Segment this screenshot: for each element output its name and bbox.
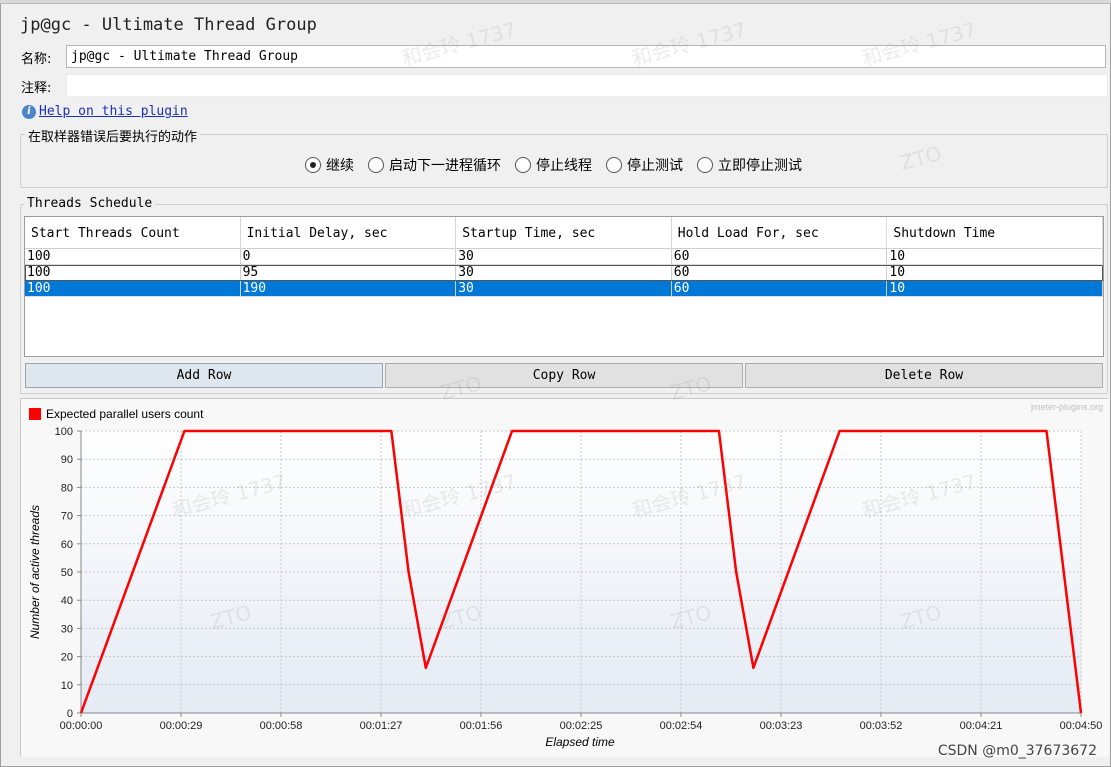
y-tick-label: 50 bbox=[61, 567, 73, 579]
comment-label: 注释: bbox=[21, 81, 52, 96]
table-cell[interactable]: 10 bbox=[887, 281, 1103, 296]
y-tick-label: 60 bbox=[61, 539, 73, 551]
table-cell[interactable]: 100 bbox=[25, 281, 241, 296]
error-action-radios: 继续 启动下一进程循环 停止线程 停止测试 立即停止测试 bbox=[305, 155, 802, 175]
radio-stop-test-circle[interactable] bbox=[606, 157, 622, 173]
x-tick-label: 00:01:56 bbox=[460, 720, 503, 732]
help-link-text[interactable]: Help on this plugin bbox=[39, 104, 188, 119]
table-row[interactable]: 100 95 30 60 10 bbox=[25, 265, 1103, 281]
table-cell[interactable]: 60 bbox=[672, 265, 888, 280]
table-cell[interactable]: 30 bbox=[456, 265, 672, 280]
x-tick-label: 00:00:29 bbox=[160, 720, 203, 732]
y-tick-label: 70 bbox=[61, 511, 73, 523]
x-tick-label: 00:01:27 bbox=[360, 720, 403, 732]
y-tick-label: 10 bbox=[61, 680, 73, 692]
plugin-credit: jmeter-plugins.org bbox=[1030, 402, 1103, 412]
legend-swatch bbox=[29, 408, 41, 420]
radio-stop-thread-label: 停止线程 bbox=[536, 158, 592, 174]
radio-stop-test-now-circle[interactable] bbox=[697, 157, 713, 173]
comment-row: 注释: bbox=[18, 73, 1108, 99]
radio-continue-circle[interactable] bbox=[305, 157, 321, 173]
delete-row-button[interactable]: Delete Row bbox=[745, 363, 1103, 388]
table-cell[interactable]: 30 bbox=[456, 249, 672, 264]
name-label: 名称: bbox=[21, 52, 52, 67]
y-tick-label: 0 bbox=[67, 708, 73, 720]
expected-users-chart: 0 10 20 30 40 50 60 70 80 90 100 00:00:00 00:00:29 0… bbox=[20, 398, 1109, 757]
table-cell[interactable]: 10 bbox=[887, 249, 1103, 264]
y-tick-label: 100 bbox=[55, 426, 73, 438]
table-row-selected[interactable]: 100 190 30 60 10 bbox=[25, 281, 1103, 297]
radio-stop-thread[interactable]: 停止线程 bbox=[515, 155, 592, 175]
y-tick-label: 80 bbox=[61, 482, 73, 494]
table-row[interactable]: 100 0 30 60 10 bbox=[25, 249, 1103, 265]
x-tick-label: 00:02:54 bbox=[660, 720, 703, 732]
table-cell[interactable]: 100 bbox=[25, 249, 241, 264]
x-tick-label: 00:02:25 bbox=[560, 720, 603, 732]
comment-input[interactable] bbox=[66, 74, 1108, 97]
x-tick-label: 00:00:58 bbox=[260, 720, 303, 732]
col-shutdown-time[interactable]: Shutdown Time bbox=[887, 217, 1103, 249]
table-cell[interactable]: 0 bbox=[241, 249, 457, 264]
table-cell[interactable]: 30 bbox=[456, 281, 672, 296]
radio-stop-test-now[interactable]: 立即停止测试 bbox=[697, 155, 802, 175]
csdn-watermark: CSDN @m0_37673672 bbox=[937, 743, 1097, 759]
radio-continue[interactable]: 继续 bbox=[305, 155, 354, 175]
top-border bbox=[0, 0, 1111, 4]
legend-label: Expected parallel users count bbox=[46, 407, 204, 421]
table-cell[interactable]: 190 bbox=[241, 281, 457, 296]
y-tick-label: 30 bbox=[61, 623, 73, 635]
y-tick-label: 40 bbox=[61, 595, 73, 607]
radio-stop-test[interactable]: 停止测试 bbox=[606, 155, 683, 175]
threads-schedule-title: Threads Schedule bbox=[24, 196, 156, 211]
table-cell[interactable]: 60 bbox=[672, 281, 888, 296]
table-cell[interactable]: 60 bbox=[672, 249, 888, 264]
y-tick-label: 90 bbox=[61, 454, 73, 466]
panel-title: jp@gc - Ultimate Thread Group bbox=[20, 15, 317, 35]
help-link[interactable]: i Help on this plugin bbox=[22, 104, 188, 119]
name-input[interactable]: jp@gc - Ultimate Thread Group bbox=[66, 45, 1106, 68]
name-row: 名称: jp@gc - Ultimate Thread Group bbox=[18, 44, 1108, 70]
copy-row-button[interactable]: Copy Row bbox=[385, 363, 743, 388]
radio-stop-thread-circle[interactable] bbox=[515, 157, 531, 173]
y-axis-label: Number of active threads bbox=[28, 505, 42, 639]
info-icon: i bbox=[22, 104, 36, 119]
col-initial-delay[interactable]: Initial Delay, sec bbox=[241, 217, 457, 249]
x-axis-label: Elapsed time bbox=[545, 735, 615, 749]
radio-next-loop-circle[interactable] bbox=[368, 157, 384, 173]
col-start-threads[interactable]: Start Threads Count bbox=[25, 217, 241, 249]
radio-next-loop-label: 启动下一进程循环 bbox=[389, 158, 501, 174]
radio-stop-test-now-label: 立即停止测试 bbox=[718, 158, 802, 174]
error-action-title: 在取样器错误后要执行的动作 bbox=[25, 126, 201, 145]
schedule-table-header: Start Threads Count Initial Delay, sec S… bbox=[25, 217, 1103, 249]
radio-stop-test-label: 停止测试 bbox=[627, 158, 683, 174]
col-startup-time[interactable]: Startup Time, sec bbox=[456, 217, 672, 249]
col-hold-load[interactable]: Hold Load For, sec bbox=[672, 217, 888, 249]
table-cell[interactable]: 10 bbox=[887, 265, 1103, 280]
add-row-button[interactable]: Add Row bbox=[25, 363, 383, 388]
x-tick-label: 00:03:52 bbox=[860, 720, 903, 732]
x-tick-label: 00:00:00 bbox=[60, 720, 103, 732]
x-tick-label: 00:04:21 bbox=[960, 720, 1003, 732]
y-tick-label: 20 bbox=[61, 652, 73, 664]
radio-next-loop[interactable]: 启动下一进程循环 bbox=[368, 155, 501, 175]
table-cell[interactable]: 100 bbox=[25, 265, 241, 280]
x-tick-label: 00:03:23 bbox=[760, 720, 803, 732]
radio-continue-label: 继续 bbox=[326, 158, 354, 174]
chart-canvas: 0 10 20 30 40 50 60 70 80 90 100 00:00:00 00:00:29 0… bbox=[21, 399, 1109, 757]
x-tick-label: 00:04:50 bbox=[1060, 720, 1103, 732]
schedule-table[interactable]: Start Threads Count Initial Delay, sec S… bbox=[24, 216, 1104, 357]
table-cell[interactable]: 95 bbox=[241, 265, 457, 280]
